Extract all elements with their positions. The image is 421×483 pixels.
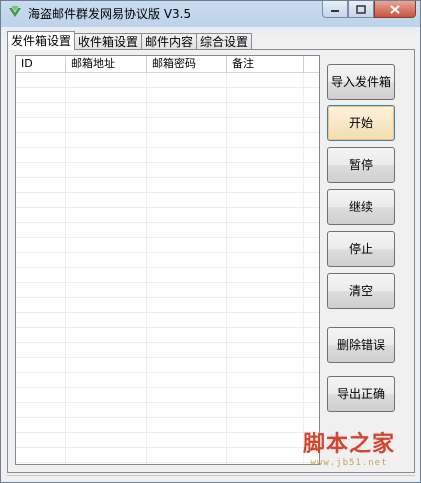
tab-sender-settings[interactable]: 发件箱设置 xyxy=(7,31,76,50)
stop-button[interactable]: 停止 xyxy=(327,231,395,267)
title-bar[interactable]: 海盗邮件群发网易协议版 V3.5 xyxy=(1,1,420,23)
tab-recipient-settings[interactable]: 收件箱设置 xyxy=(74,33,143,50)
app-window: 海盗邮件群发网易协议版 V3.5 发件箱设置 收件箱设置 邮件内容 综合设置 I… xyxy=(0,0,421,483)
column-header-password[interactable]: 邮箱密码 xyxy=(147,56,227,72)
sender-list[interactable]: ID 邮箱地址 邮箱密码 备注 xyxy=(15,55,320,465)
tab-general-settings[interactable]: 综合设置 xyxy=(196,33,253,50)
window-title: 海盗邮件群发网易协议版 V3.5 xyxy=(28,7,192,21)
window-controls xyxy=(322,1,416,19)
column-header-note[interactable]: 备注 xyxy=(227,56,304,72)
export-correct-button[interactable]: 导出正确 xyxy=(327,376,395,412)
minimize-button[interactable] xyxy=(322,1,348,18)
column-header-id[interactable]: ID xyxy=(16,56,66,72)
list-header: ID 邮箱地址 邮箱密码 备注 xyxy=(16,56,319,73)
close-button[interactable] xyxy=(374,1,416,18)
resume-button[interactable]: 继续 xyxy=(327,189,395,225)
maximize-button[interactable] xyxy=(348,1,374,18)
watermark-url: www.jb51.net xyxy=(310,458,388,468)
start-button[interactable]: 开始 xyxy=(327,105,395,141)
list-grid xyxy=(16,73,319,464)
minimize-icon xyxy=(331,10,339,12)
tab-strip: 发件箱设置 收件箱设置 邮件内容 综合设置 xyxy=(7,31,253,50)
import-senders-button[interactable]: 导入发件箱 xyxy=(327,64,395,100)
pause-button[interactable]: 暂停 xyxy=(327,147,395,183)
watermark-text: 脚本之家 xyxy=(302,431,395,457)
tab-mail-content[interactable]: 邮件内容 xyxy=(141,33,198,50)
close-icon xyxy=(390,4,400,14)
maximize-icon xyxy=(356,4,366,14)
column-header-filler xyxy=(304,56,319,72)
app-icon xyxy=(8,5,22,19)
column-header-email[interactable]: 邮箱地址 xyxy=(66,56,147,72)
tab-panel: ID 邮箱地址 邮箱密码 备注 导入发件箱 开始 暂停 继续 停止 清空 删除错… xyxy=(7,49,415,473)
site-watermark: 脚本之家 www.jb51.net xyxy=(289,431,409,477)
clear-button[interactable]: 清空 xyxy=(327,273,395,309)
delete-errors-button[interactable]: 删除错误 xyxy=(327,327,395,363)
